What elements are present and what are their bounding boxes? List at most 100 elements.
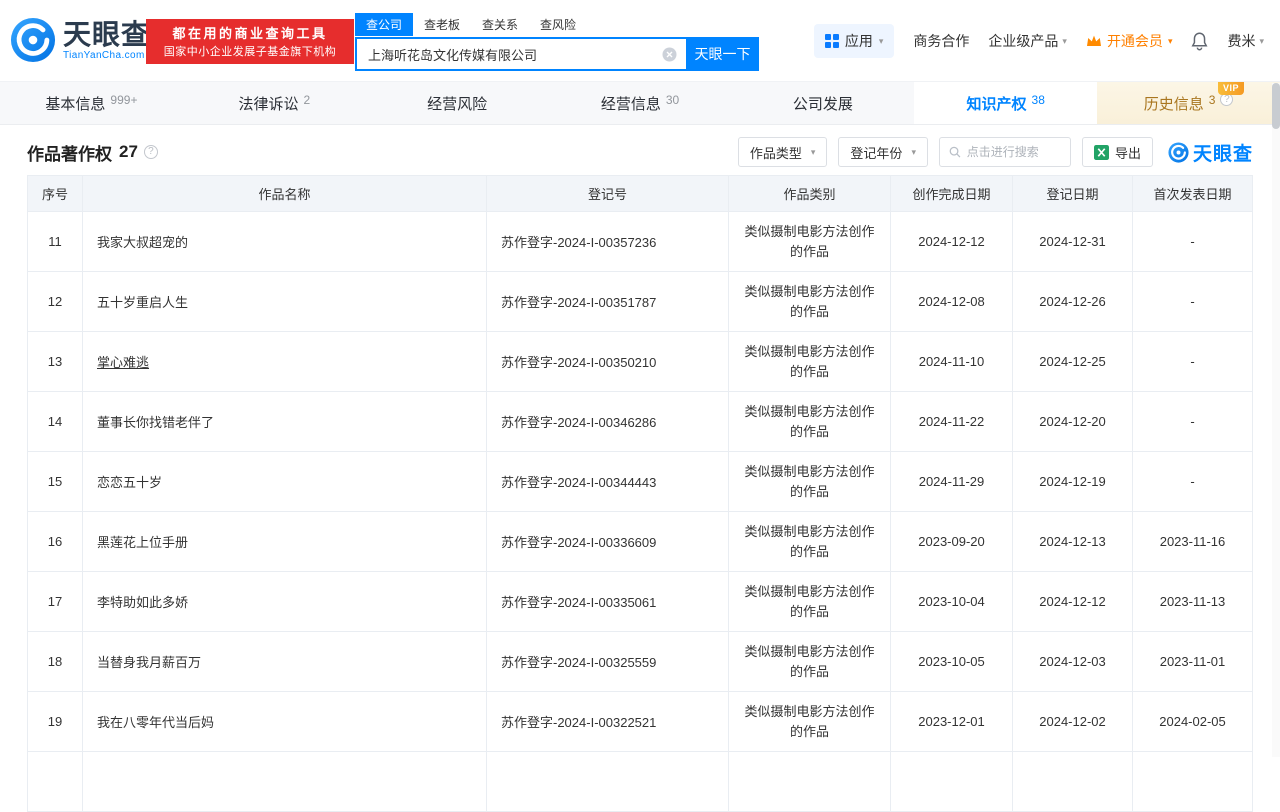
- cell-text: 2024-12-13: [1039, 534, 1106, 549]
- page-scrollbar[interactable]: [1272, 83, 1280, 757]
- table-row: 17李特助如此多娇苏作登字-2024-I-00335061类似摄制电影方法创作的…: [28, 571, 1252, 631]
- nav-tab-经营风险[interactable]: 经营风险: [366, 82, 549, 124]
- cell-published-date: -: [1133, 212, 1252, 271]
- search-tab-查关系[interactable]: 查关系: [471, 13, 529, 36]
- help-icon[interactable]: ?: [144, 145, 158, 159]
- cell-no: 19: [28, 692, 83, 751]
- nav-tab-label: 知识产权: [967, 93, 1027, 114]
- cell-published-date: 2023-11-16: [1133, 512, 1252, 571]
- cell-work-name[interactable]: 五十岁重启人生: [83, 272, 487, 331]
- nav-tab-label: 历史信息: [1144, 93, 1204, 114]
- vip-membership-link[interactable]: 开通会员 ▾: [1086, 31, 1173, 51]
- cell-text: 2024-12-19: [1039, 474, 1106, 489]
- column-header-创作完成日期: 创作完成日期: [891, 176, 1013, 211]
- cell-text: 14: [48, 414, 62, 429]
- nav-tab-法律诉讼[interactable]: 法律诉讼2: [183, 82, 366, 124]
- cell-text: 董事长你找错老伴了: [97, 412, 214, 431]
- cell-text: 黑莲花上位手册: [97, 532, 188, 551]
- enterprise-products-link[interactable]: 企业级产品 ▾: [988, 31, 1067, 51]
- column-header-首次发表日期: 首次发表日期: [1133, 176, 1252, 211]
- business-coop-link[interactable]: 商务合作: [913, 31, 969, 51]
- cell-no: 17: [28, 572, 83, 631]
- cell-text: 类似摄制电影方法创作的作品: [743, 222, 876, 262]
- cell-text: 掌心难逃: [97, 352, 149, 371]
- column-header-作品名称: 作品名称: [83, 176, 487, 211]
- cell-text: 我在八零年代当后妈: [97, 712, 214, 731]
- nav-tab-基本信息[interactable]: 基本信息999+: [0, 82, 183, 124]
- cell-text: -: [1190, 294, 1194, 309]
- tianyancha-watermark: 天眼查: [1168, 139, 1253, 166]
- cell-registered-date: 2024-12-31: [1013, 212, 1133, 271]
- cell-text: 15: [48, 474, 62, 489]
- nav-tab-公司发展[interactable]: 公司发展: [731, 82, 914, 124]
- search-icon: [949, 145, 961, 159]
- cell-work-name[interactable]: 李特助如此多娇: [83, 572, 487, 631]
- cell-work-name[interactable]: 我家大叔超宠的: [83, 212, 487, 271]
- search-button[interactable]: 天眼一下: [686, 37, 759, 71]
- nav-tab-知识产权[interactable]: 知识产权38: [914, 82, 1097, 124]
- export-label: 导出: [1115, 143, 1141, 162]
- cell-work-name[interactable]: 掌心难逃: [83, 332, 487, 391]
- cell-registered-date: 2024-12-03: [1013, 632, 1133, 691]
- clear-search-icon[interactable]: [662, 47, 677, 62]
- table-search[interactable]: [939, 137, 1071, 167]
- tianyancha-logo-icon: [10, 17, 56, 63]
- caret-down-icon: ▾: [811, 147, 816, 158]
- cell-work-name[interactable]: 董事长你找错老伴了: [83, 392, 487, 451]
- cell-text: 恋恋五十岁: [97, 472, 162, 491]
- cell-created-date: 2023-10-05: [891, 632, 1013, 691]
- cell-published-date: 2024-02-05: [1133, 692, 1252, 751]
- table-search-input[interactable]: [967, 145, 1061, 159]
- apps-button[interactable]: 应用 ▾: [814, 24, 895, 58]
- table-row-partial: [28, 751, 1252, 811]
- cell-no: 15: [28, 452, 83, 511]
- nav-tab-经营信息[interactable]: 经营信息30: [549, 82, 732, 124]
- tianyancha-watermark-icon: [1168, 142, 1189, 163]
- cell-work-name[interactable]: 恋恋五十岁: [83, 452, 487, 511]
- filter-登记年份[interactable]: 登记年份▾: [838, 137, 928, 167]
- scrollbar-thumb[interactable]: [1272, 83, 1280, 129]
- column-header-登记日期: 登记日期: [1013, 176, 1133, 211]
- cell-text: 当替身我月薪百万: [97, 652, 201, 671]
- nav-tab-历史信息[interactable]: 历史信息3?VIP: [1097, 82, 1280, 124]
- cell-registration-no: 苏作登字-2024-I-00336609: [487, 512, 729, 571]
- apps-grid-icon: [825, 34, 839, 48]
- vip-membership-label: 开通会员: [1107, 31, 1163, 51]
- caret-down-icon: ▾: [879, 36, 884, 47]
- filter-作品类型[interactable]: 作品类型▾: [738, 137, 828, 167]
- cell-text: -: [1190, 234, 1194, 249]
- table-row: 15恋恋五十岁苏作登字-2024-I-00344443类似摄制电影方法创作的作品…: [28, 451, 1252, 511]
- cell-text: 类似摄制电影方法创作的作品: [743, 342, 876, 382]
- cell-registered-date: 2024-12-02: [1013, 692, 1133, 751]
- cell-empty: [83, 752, 487, 811]
- search-tab-查风险[interactable]: 查风险: [529, 13, 587, 36]
- cell-registered-date: 2024-12-26: [1013, 272, 1133, 331]
- cell-work-name[interactable]: 黑莲花上位手册: [83, 512, 487, 571]
- user-menu[interactable]: 费米 ▾: [1227, 31, 1264, 51]
- notifications-bell-icon[interactable]: [1191, 32, 1208, 51]
- company-search-input[interactable]: [355, 37, 686, 71]
- cell-text: 16: [48, 534, 62, 549]
- cell-empty: [729, 752, 891, 811]
- enterprise-products-label: 企业级产品: [988, 31, 1058, 51]
- copyright-table: 序号作品名称登记号作品类别创作完成日期登记日期首次发表日期 11我家大叔超宠的苏…: [27, 175, 1253, 812]
- cell-category: 类似摄制电影方法创作的作品: [729, 572, 891, 631]
- search-tab-查公司[interactable]: 查公司: [355, 13, 413, 36]
- cell-text: -: [1190, 354, 1194, 369]
- column-header-序号: 序号: [28, 176, 83, 211]
- cell-work-name[interactable]: 我在八零年代当后妈: [83, 692, 487, 751]
- nav-tab-count: 2: [303, 93, 310, 107]
- search-row: 天眼一下: [355, 37, 759, 71]
- search-tab-查老板[interactable]: 查老板: [413, 13, 471, 36]
- cell-empty: [1133, 752, 1252, 811]
- tianyancha-logo[interactable]: 天眼查 TianYanCha.com: [10, 17, 150, 63]
- cell-registration-no: 苏作登字-2024-I-00322521: [487, 692, 729, 751]
- cell-text: 11: [48, 234, 62, 249]
- export-button[interactable]: 导出: [1082, 137, 1153, 167]
- watermark-text: 天眼查: [1193, 139, 1253, 166]
- cell-published-date: 2023-11-01: [1133, 632, 1252, 691]
- cell-created-date: 2024-12-12: [891, 212, 1013, 271]
- cell-work-name[interactable]: 当替身我月薪百万: [83, 632, 487, 691]
- caret-down-icon: ▾: [911, 147, 916, 158]
- cell-no: 18: [28, 632, 83, 691]
